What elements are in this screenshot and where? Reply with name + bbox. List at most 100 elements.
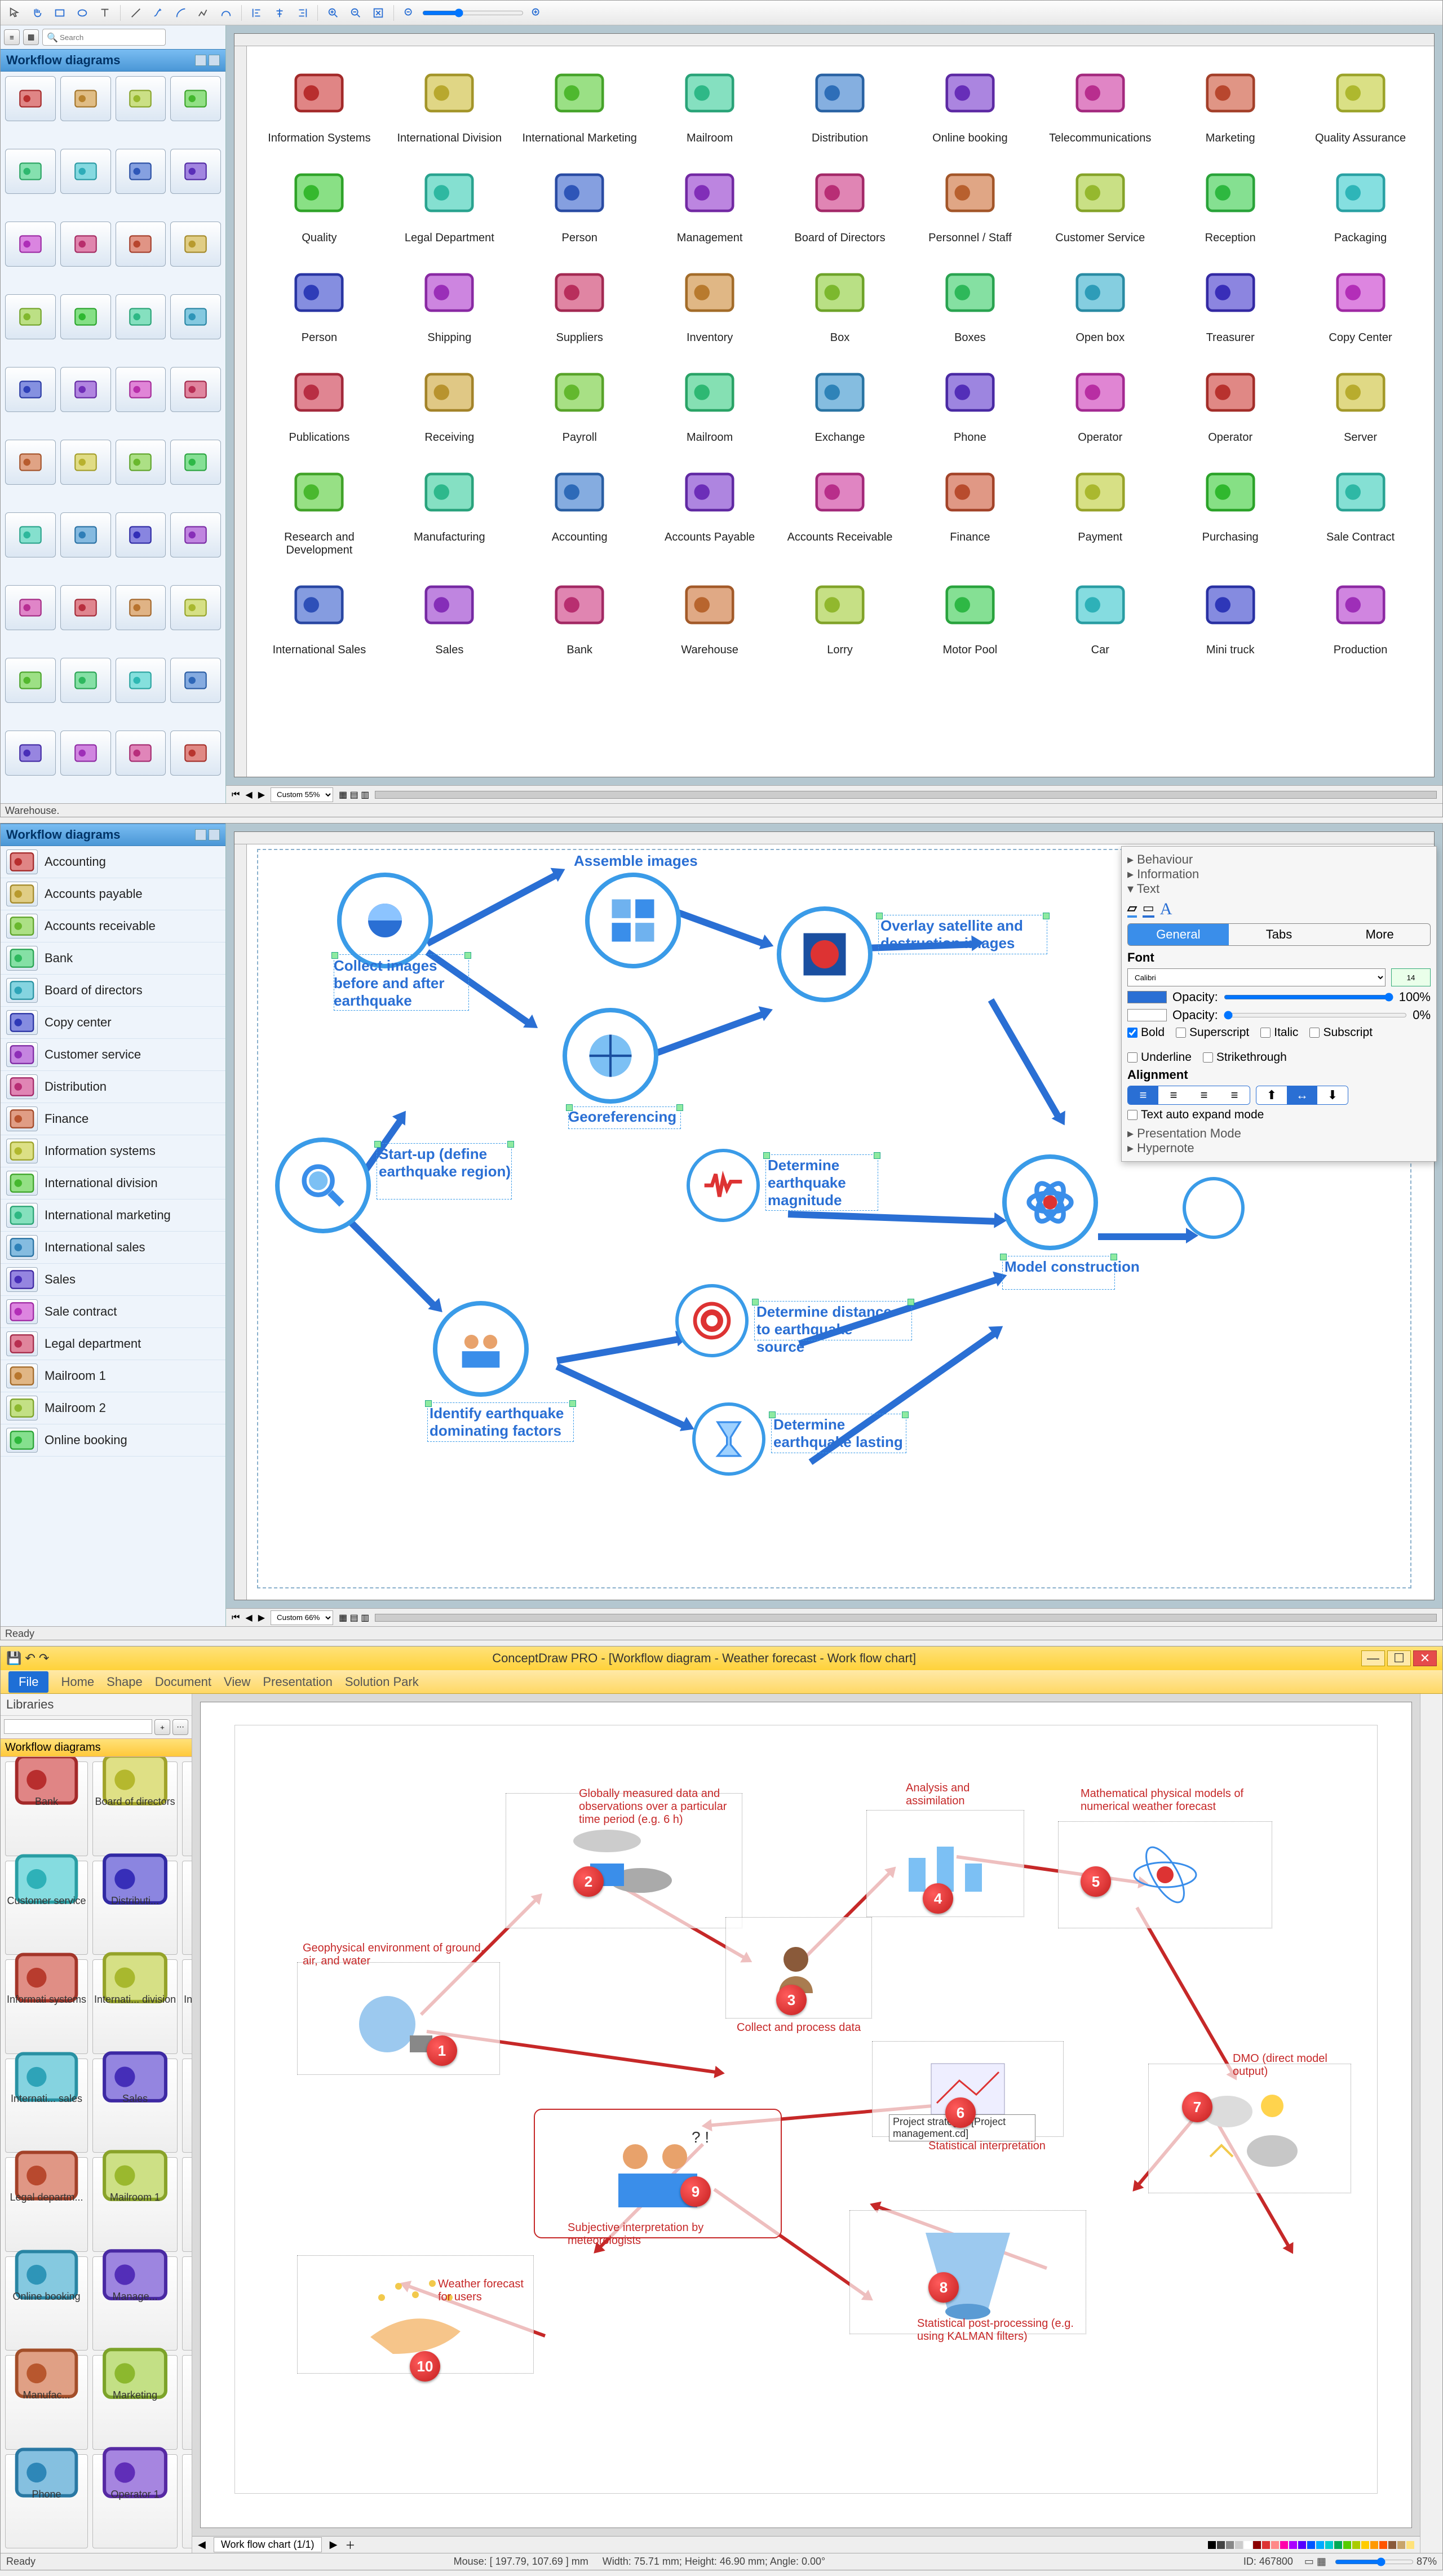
- shape-thumbnail[interactable]: [170, 76, 221, 121]
- section-hypernote[interactable]: ▸ Hypernote: [1127, 1141, 1431, 1156]
- tab-general[interactable]: General: [1128, 924, 1229, 945]
- gallery-item[interactable]: Person: [517, 156, 642, 245]
- shape-thumbnail[interactable]: [116, 731, 166, 776]
- tab-tabs[interactable]: Tabs: [1229, 924, 1330, 945]
- color-swatch[interactable]: [1280, 2541, 1288, 2549]
- shape-thumbnail[interactable]: [170, 512, 221, 557]
- panel-collapse-icon[interactable]: [195, 55, 206, 66]
- shape-thumbnail[interactable]: [60, 76, 111, 121]
- shape-list-item[interactable]: Sales: [1, 1264, 225, 1296]
- gallery-item[interactable]: Sales: [387, 568, 512, 657]
- gallery-item[interactable]: Customer Service: [1038, 156, 1162, 245]
- gallery-item[interactable]: Warehouse: [648, 568, 772, 657]
- section-presentation[interactable]: ▸ Presentation Mode: [1127, 1126, 1431, 1141]
- shape-list-item[interactable]: International division: [1, 1167, 225, 1200]
- color-swatch[interactable]: [1262, 2541, 1270, 2549]
- gallery-item[interactable]: Copy Center: [1298, 256, 1423, 344]
- close-button[interactable]: ✕: [1413, 1650, 1437, 1666]
- gallery-item[interactable]: Treasurer: [1168, 256, 1292, 344]
- zoom-slider[interactable]: [422, 8, 524, 17]
- gallery-item[interactable]: Distribution: [778, 56, 902, 145]
- gallery-item[interactable]: Management: [648, 156, 772, 245]
- line-tool-icon[interactable]: [126, 3, 145, 23]
- page-tab[interactable]: Work flow chart (1/1): [214, 2537, 322, 2552]
- shape-list-item[interactable]: Accounting: [1, 846, 225, 878]
- gallery-item[interactable]: Legal Department: [387, 156, 512, 245]
- shape-thumbnail[interactable]: [5, 440, 56, 485]
- shape-thumbnail[interactable]: [60, 512, 111, 557]
- strike-checkbox[interactable]: [1203, 1052, 1213, 1063]
- zoom-out-icon[interactable]: [346, 3, 365, 23]
- minimize-button[interactable]: —: [1361, 1650, 1385, 1666]
- fill-opacity-slider[interactable]: [1224, 993, 1393, 1002]
- ribbon-tab[interactable]: View: [224, 1675, 250, 1689]
- shape-thumbnail[interactable]: [5, 658, 56, 703]
- shape-thumbnail[interactable]: [116, 367, 166, 412]
- library-item[interactable]: Operator 1: [92, 2454, 178, 2549]
- shape-thumbnail[interactable]: [60, 658, 111, 703]
- library-search-input[interactable]: [4, 1719, 152, 1734]
- gallery-item[interactable]: Telecommunications: [1038, 56, 1162, 145]
- page-nav-next-icon[interactable]: ▶: [330, 2539, 338, 2551]
- shape-list-item[interactable]: Board of directors: [1, 975, 225, 1007]
- cursor-tool-icon[interactable]: [5, 3, 24, 23]
- gallery-item[interactable]: Production: [1298, 568, 1423, 657]
- page-nav-prev-icon[interactable]: ◀: [245, 789, 252, 800]
- bezier-tool-icon[interactable]: [216, 3, 236, 23]
- library-item[interactable]: Phone: [5, 2454, 88, 2549]
- text-fill-color-swatch[interactable]: [1127, 991, 1167, 1003]
- gallery-item[interactable]: Person: [257, 256, 382, 344]
- shape-list-item[interactable]: Bank: [1, 942, 225, 975]
- gallery-item[interactable]: Board of Directors: [778, 156, 902, 245]
- library-item[interactable]: Operator 2: [182, 2454, 192, 2549]
- vertical-align[interactable]: ⬆↔⬇: [1256, 1086, 1348, 1105]
- gallery-item[interactable]: Quality: [257, 156, 382, 245]
- view-mode-icons[interactable]: ▦ ▤ ▥: [339, 789, 369, 800]
- font-size-input[interactable]: [1391, 968, 1431, 986]
- bg-opacity-slider[interactable]: [1224, 1011, 1407, 1020]
- text-bg-color-swatch[interactable]: [1127, 1009, 1167, 1021]
- shape-list-item[interactable]: Online booking: [1, 1424, 225, 1457]
- gallery-item[interactable]: Boxes: [908, 256, 1032, 344]
- page-nav-first-icon[interactable]: ⏮: [232, 1613, 240, 1623]
- qat-save-icon[interactable]: 💾: [6, 1651, 21, 1666]
- color-swatch[interactable]: [1289, 2541, 1297, 2549]
- section-information[interactable]: ▸ Information: [1127, 867, 1431, 882]
- color-swatch[interactable]: [1244, 2541, 1252, 2549]
- horizontal-align[interactable]: ≡≡≡≡: [1127, 1086, 1250, 1105]
- shape-thumbnail[interactable]: [5, 149, 56, 194]
- panel-close-icon[interactable]: [209, 829, 220, 840]
- gallery-item[interactable]: Car: [1038, 568, 1162, 657]
- shape-thumbnail[interactable]: [170, 658, 221, 703]
- gallery-item[interactable]: Suppliers: [517, 256, 642, 344]
- gallery-item[interactable]: Publications: [257, 356, 382, 444]
- font-color-icon[interactable]: ▭: [1143, 901, 1154, 918]
- shape-thumbnail[interactable]: [60, 367, 111, 412]
- section-text[interactable]: ▾ Text: [1127, 882, 1431, 896]
- text-tool-icon[interactable]: [95, 3, 114, 23]
- gallery-item[interactable]: Manufacturing: [387, 455, 512, 557]
- color-swatch[interactable]: [1397, 2541, 1405, 2549]
- panel-collapse-icon[interactable]: [195, 829, 206, 840]
- horizontal-scrollbar[interactable]: [375, 791, 1437, 799]
- sidebar-grid-view-icon[interactable]: ▦: [23, 29, 39, 45]
- color-swatch[interactable]: [1325, 2541, 1333, 2549]
- shape-thumbnail[interactable]: [5, 731, 56, 776]
- gallery-item[interactable]: Operator: [1168, 356, 1292, 444]
- color-swatch[interactable]: [1316, 2541, 1324, 2549]
- file-menu-button[interactable]: File: [8, 1671, 48, 1693]
- zoom-select[interactable]: Custom 66%: [271, 1610, 333, 1625]
- shape-thumbnail[interactable]: [5, 585, 56, 630]
- gallery-item[interactable]: Bank: [517, 568, 642, 657]
- shape-list-item[interactable]: Mailroom 2: [1, 1392, 225, 1424]
- shape-list-item[interactable]: Accounts receivable: [1, 910, 225, 942]
- shape-thumbnail[interactable]: [116, 76, 166, 121]
- gallery-item[interactable]: Finance: [908, 455, 1032, 557]
- shape-thumbnail[interactable]: [60, 440, 111, 485]
- color-swatch[interactable]: [1388, 2541, 1396, 2549]
- gallery-item[interactable]: Accounting: [517, 455, 642, 557]
- shape-thumbnail[interactable]: [170, 294, 221, 339]
- gallery-item[interactable]: Sale Contract: [1298, 455, 1423, 557]
- gallery-item[interactable]: Online booking: [908, 56, 1032, 145]
- shape-list-item[interactable]: Copy center: [1, 1007, 225, 1039]
